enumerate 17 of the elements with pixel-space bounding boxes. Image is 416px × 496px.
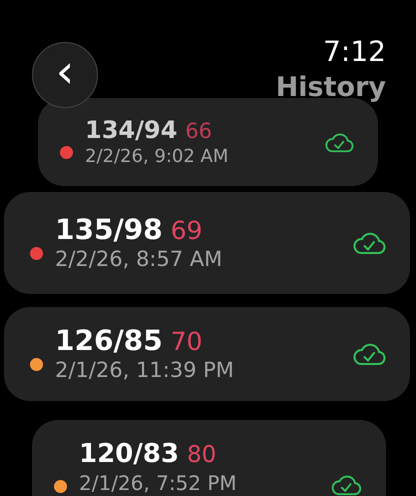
pulse: 80 <box>186 443 216 468</box>
clock-time: 7:12 <box>323 34 386 70</box>
blood-pressure: 134/94 <box>85 117 178 144</box>
blood-pressure: 120/83 <box>79 440 179 469</box>
reading-card[interactable]: 120/83 80 2/1/26, 7:52 PM <box>32 420 386 496</box>
reading-card[interactable]: 135/98 69 2/2/26, 8:57 AM <box>4 192 410 294</box>
reading-date: 2/1/26, 7:52 PM <box>79 470 238 495</box>
blood-pressure: 126/85 <box>55 326 163 356</box>
reading-date: 2/1/26, 11:39 PM <box>55 358 235 382</box>
reading-date: 2/2/26, 8:57 AM <box>55 247 224 272</box>
pulse: 69 <box>170 216 202 244</box>
blood-pressure: 135/98 <box>55 214 163 246</box>
back-button[interactable]: ‹ <box>32 42 98 108</box>
pulse: 70 <box>170 328 202 356</box>
pulse: 66 <box>185 120 212 144</box>
reading-card[interactable]: 126/85 70 2/1/26, 11:39 PM <box>4 307 410 401</box>
reading-date: 2/2/26, 9:02 AM <box>85 146 230 167</box>
